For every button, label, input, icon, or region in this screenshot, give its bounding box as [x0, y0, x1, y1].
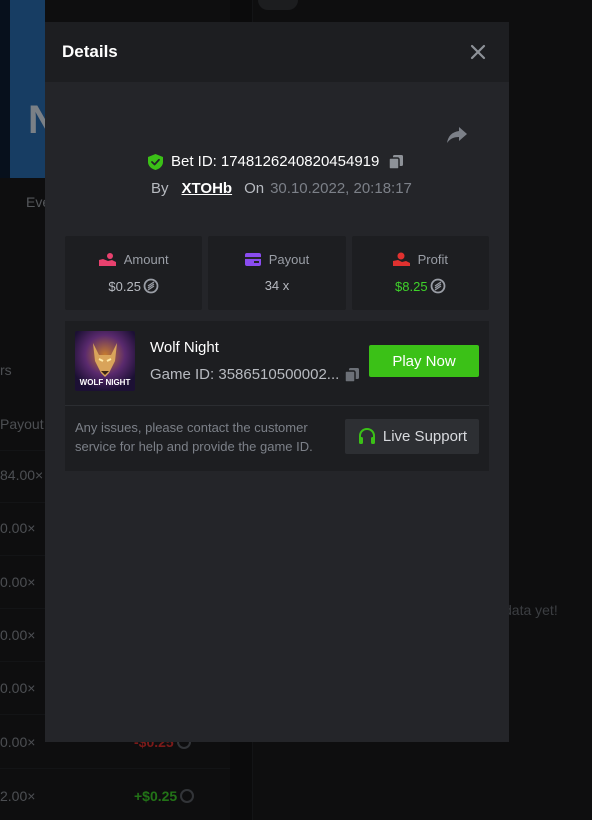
bet-meta-row: By XTOHb On 30.10.2022, 20:18:17	[151, 180, 412, 197]
close-icon	[470, 44, 486, 60]
bet-id-label: Bet ID:	[171, 153, 217, 170]
modal-title: Details	[62, 42, 118, 61]
support-help-text: Any issues, please contact the customer …	[75, 420, 313, 454]
live-support-label: Live Support	[382, 428, 468, 445]
stat-profit: Profit $8.25	[351, 236, 489, 310]
copy-icon[interactable]	[388, 154, 404, 170]
hand-coins-icon	[98, 253, 116, 266]
card-icon	[244, 252, 261, 266]
modal-header: Details	[45, 22, 509, 82]
share-icon	[447, 127, 467, 143]
play-now-button[interactable]: Play Now	[369, 345, 479, 377]
game-card: WOLF NIGHT Wolf Night Game ID: 358651050…	[65, 321, 489, 471]
bet-date: 30.10.2022, 20:18:17	[270, 180, 412, 197]
game-name[interactable]: Wolf Night	[150, 339, 219, 356]
stat-amount-value: $0.25	[108, 278, 141, 294]
game-thumbnail[interactable]: WOLF NIGHT	[75, 331, 135, 391]
stat-payout-label: Payout	[268, 251, 310, 267]
game-id-value: Game ID: 3586510500002...	[150, 366, 340, 383]
stat-profit-label: Profit	[417, 251, 448, 267]
on-label: On	[244, 180, 265, 197]
user-link[interactable]: XTOHb	[182, 180, 233, 197]
live-support-button[interactable]: Live Support	[345, 419, 479, 454]
headset-icon	[358, 427, 375, 444]
shield-check-icon	[148, 153, 163, 170]
by-label: By	[151, 180, 169, 197]
copy-icon[interactable]	[344, 367, 360, 383]
coin-icon	[143, 278, 159, 294]
wolf-thumbnail-art: WOLF NIGHT	[75, 331, 135, 391]
bet-id-row: Bet ID: 1748126240820454919	[148, 153, 404, 170]
bet-details-modal: Details Bet ID: 1748126240820454919 By X…	[45, 22, 509, 742]
share-button[interactable]	[445, 122, 469, 146]
stat-payout: Payout 34 x	[208, 236, 346, 310]
stat-payout-value: 34 x	[264, 278, 290, 293]
divider	[65, 405, 489, 406]
svg-text:WOLF NIGHT: WOLF NIGHT	[80, 378, 131, 387]
profit-hand-icon	[392, 252, 410, 266]
stat-amount: Amount $0.25	[65, 236, 203, 310]
stat-profit-value: $8.25	[395, 278, 428, 294]
bet-id-value: 1748126240820454919	[220, 153, 380, 170]
stat-amount-label: Amount	[123, 251, 169, 267]
coin-icon	[430, 278, 445, 294]
close-button[interactable]	[467, 41, 489, 63]
bet-stats: Amount $0.25 Payout 34 x Profit $8.25	[65, 236, 489, 310]
game-id-row: Game ID: 3586510500002...	[150, 366, 360, 383]
